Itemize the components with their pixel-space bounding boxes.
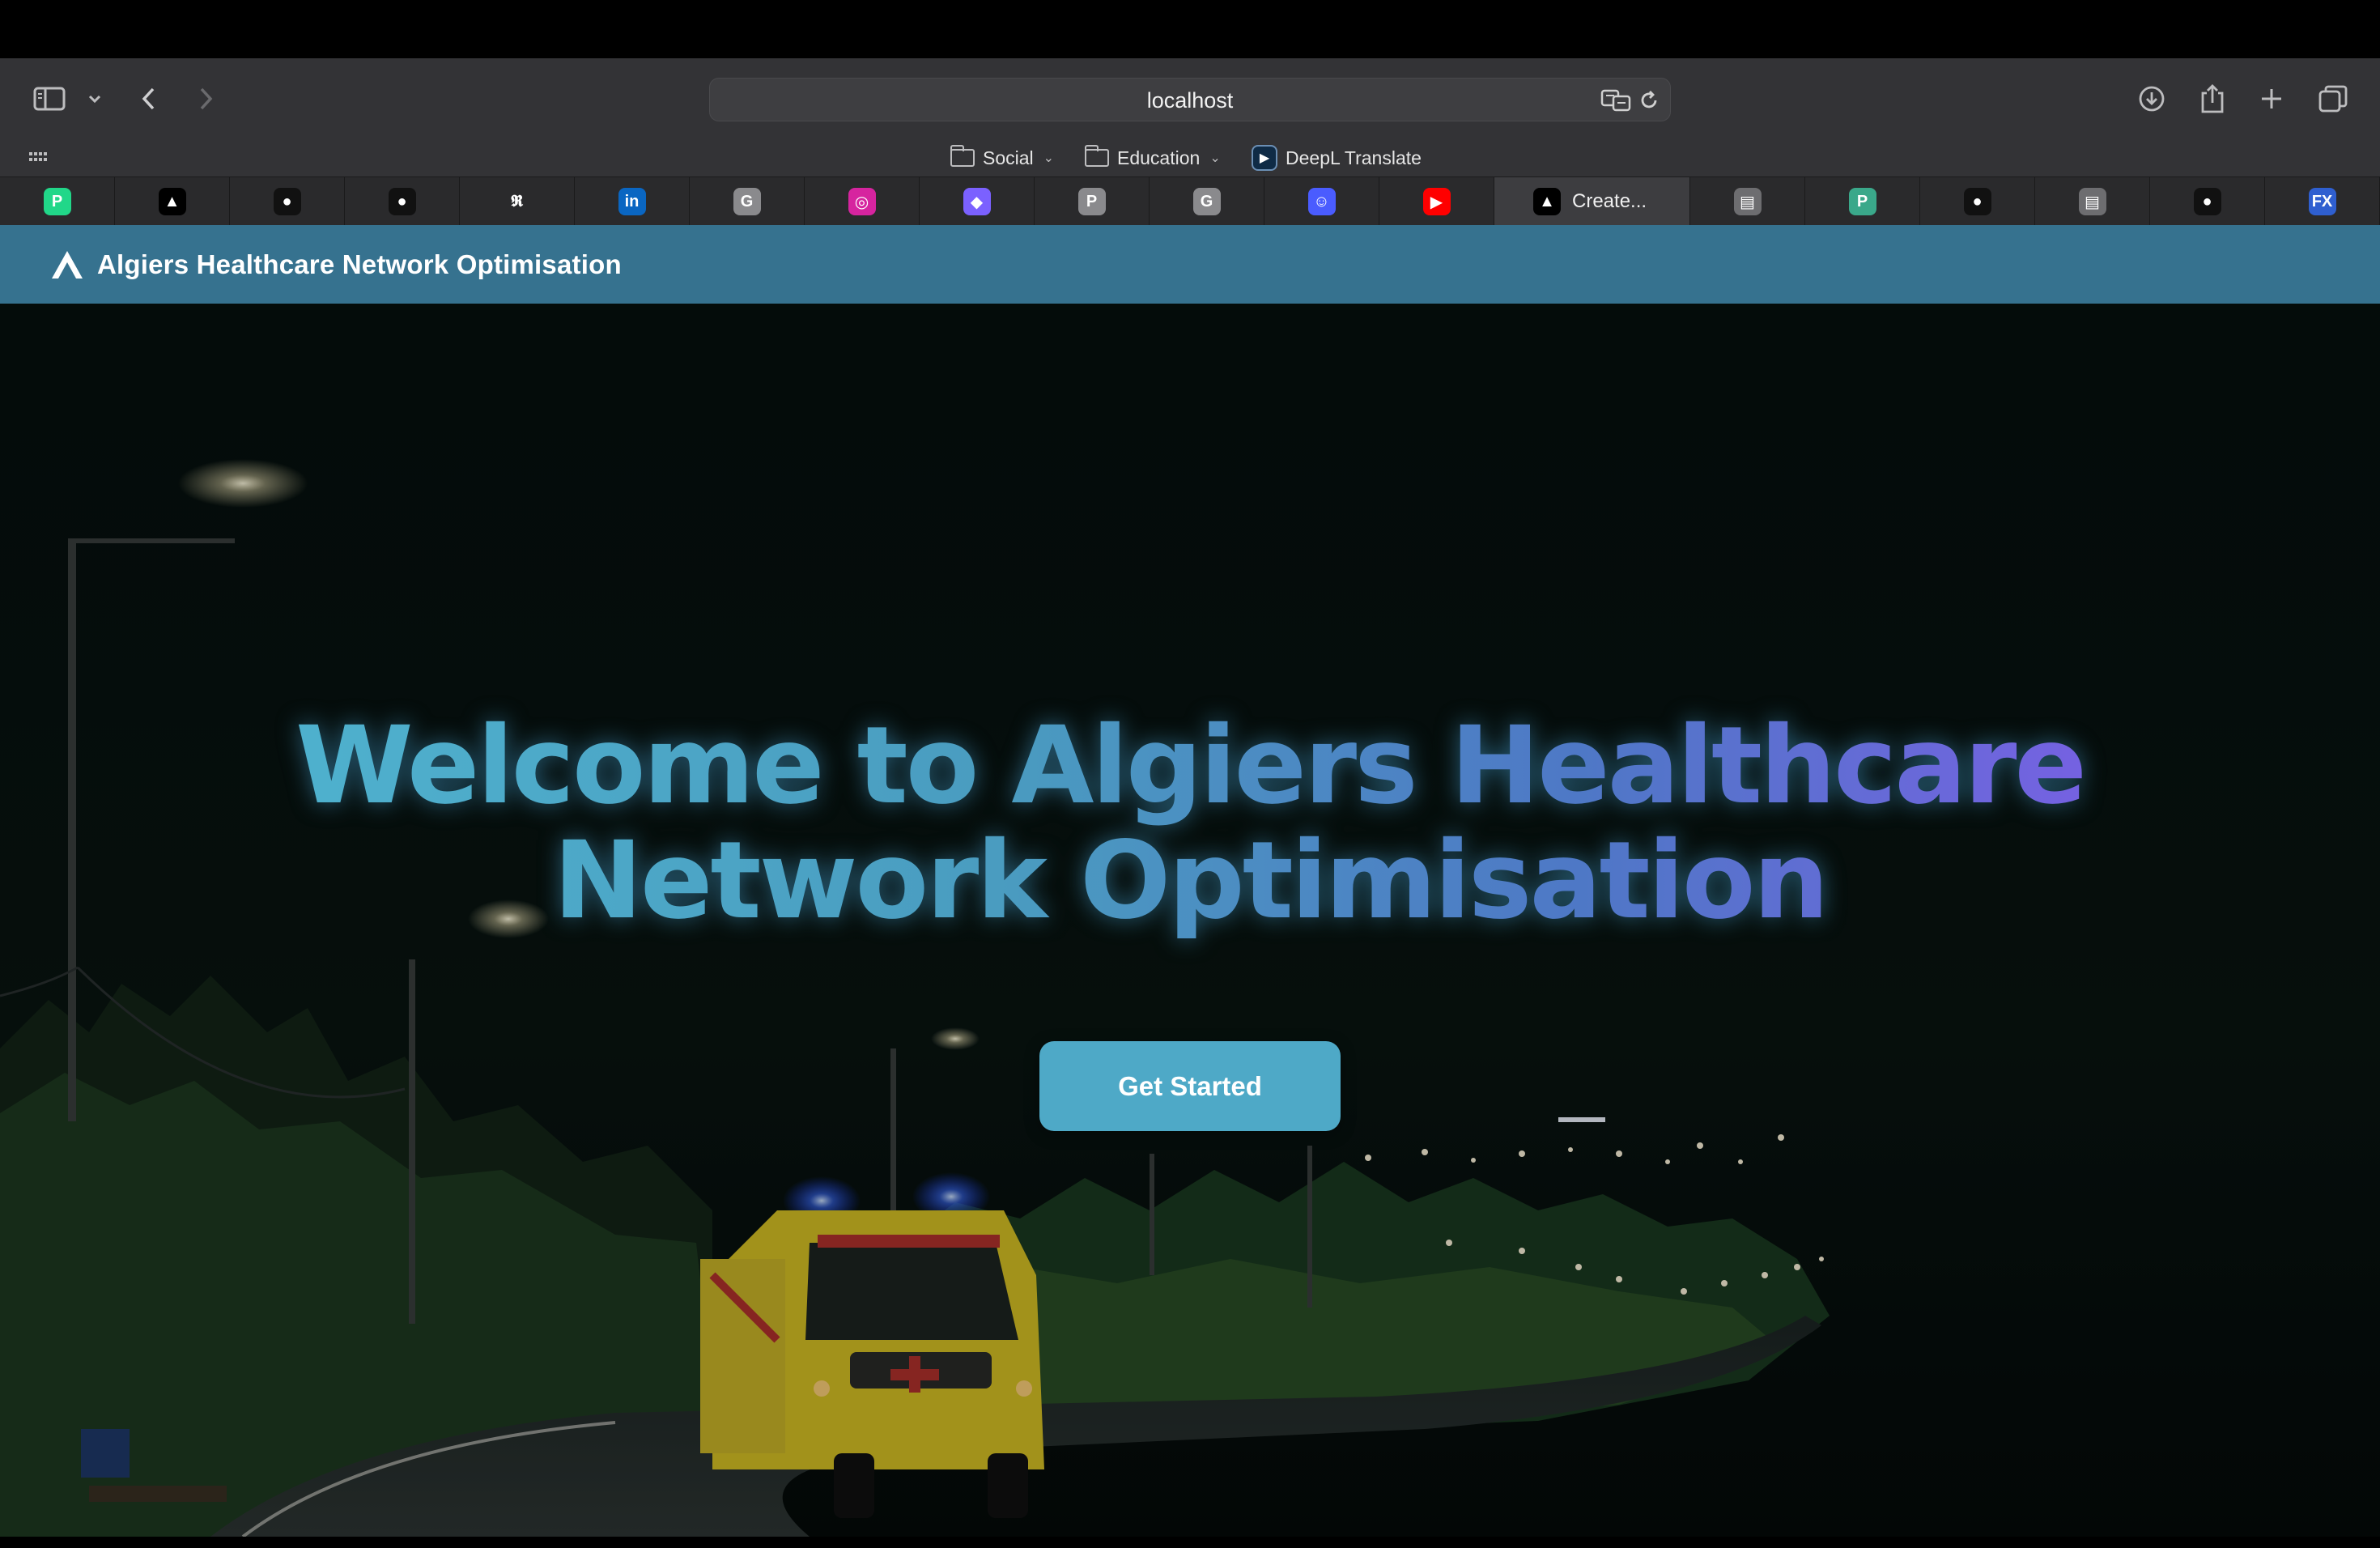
new-tab-icon[interactable] — [2257, 76, 2286, 121]
g-icon: G — [733, 188, 761, 215]
address-bar[interactable]: localhost — [709, 78, 1671, 121]
app-logo-icon[interactable] — [50, 249, 84, 280]
tab-5[interactable]: in — [575, 177, 690, 226]
download-icon[interactable] — [2137, 76, 2166, 121]
apps-grid-icon[interactable] — [28, 146, 50, 168]
favorite-label: Education — [1117, 147, 1201, 168]
vercel-icon: ▲ — [1533, 188, 1561, 215]
g-icon: G — [1192, 188, 1221, 215]
reload-icon[interactable] — [1638, 87, 1660, 114]
tab-10[interactable]: G — [1150, 177, 1264, 226]
tab-8[interactable]: ◆ — [920, 177, 1035, 226]
translate-icon[interactable] — [1600, 87, 1633, 114]
favorites-bar: Social ⌄ Education ⌄ ▶ DeepL Translate — [0, 139, 2380, 176]
tab-14[interactable]: ▤ — [1690, 177, 1805, 226]
url-text: localhost — [1146, 88, 1234, 113]
favorites-link-deepl[interactable]: ▶ DeepL Translate — [1252, 139, 1422, 176]
hero-title-line-1: Welcome to Algiers Healthcare — [295, 704, 2085, 828]
tab-16[interactable]: ● — [1920, 177, 2035, 226]
tab-15[interactable]: P — [1805, 177, 1920, 226]
chevron-down-icon[interactable] — [84, 76, 105, 121]
hero-title-line-2: Network Optimisation — [553, 819, 1827, 943]
fx-icon: FX — [2308, 188, 2336, 215]
chat-icon: ☺ — [1307, 188, 1336, 215]
deepl-icon: ▶ — [1252, 145, 1277, 171]
share-icon[interactable] — [2198, 76, 2227, 121]
tab-2[interactable]: ● — [230, 177, 345, 226]
p-icon: P — [1077, 188, 1106, 215]
tab-9[interactable]: P — [1035, 177, 1150, 226]
pycharm-icon: P — [43, 188, 71, 215]
app-header: Algiers Healthcare Network Optimisation — [0, 225, 2380, 304]
favorites-folder-social[interactable]: Social ⌄ — [950, 139, 1054, 176]
tab-overview-icon[interactable] — [2317, 76, 2349, 121]
tab-title: Create... — [1572, 190, 1647, 212]
folder-icon — [950, 145, 975, 167]
tab-bar: P ▲ ● ● 𝕽in G ◎ ◆ P G ☺ ▶ ▲ Create... ▤ P ● ▤ ● FX — [0, 176, 2380, 226]
github-icon: ● — [1963, 188, 1991, 215]
sidebar-toggle-icon[interactable] — [31, 76, 68, 121]
browser-chrome: localhost Social ⌄ Education ⌄ ▶ DeepL T… — [0, 58, 2380, 226]
github-icon: ● — [273, 188, 301, 215]
instagram-icon: ◎ — [848, 188, 876, 215]
favorites-folder-education[interactable]: Education ⌄ — [1085, 139, 1221, 176]
p-icon: P — [1848, 188, 1876, 215]
diamond-icon: ◆ — [963, 188, 991, 215]
tab-6[interactable]: G — [690, 177, 805, 226]
youtube-icon: ▶ — [1422, 188, 1451, 215]
reader-icon: ▤ — [1733, 188, 1762, 215]
tab-1[interactable]: ▲ — [115, 177, 230, 226]
bottom-strip — [0, 1537, 2380, 1548]
tab-19[interactable]: FX — [2265, 177, 2380, 226]
tab-17[interactable]: ▤ — [2035, 177, 2150, 226]
linkedin-icon: in — [618, 188, 646, 215]
github-icon: ● — [388, 188, 416, 215]
reader-icon: ▤ — [2078, 188, 2106, 215]
folder-icon — [1085, 145, 1109, 167]
tab-0[interactable]: P — [0, 177, 115, 226]
app-icon: 𝕽 — [510, 192, 524, 211]
favorite-label: DeepL Translate — [1286, 147, 1422, 168]
vercel-icon: ▲ — [158, 188, 186, 215]
back-icon[interactable] — [134, 76, 164, 121]
tab-7[interactable]: ◎ — [805, 177, 920, 226]
tab-11[interactable]: ☺ — [1264, 177, 1379, 226]
menu-bar-strip — [0, 0, 2380, 58]
tab-18[interactable]: ● — [2150, 177, 2265, 226]
chevron-down-icon: ⌄ — [1043, 151, 1055, 165]
tab-active[interactable]: ▲ Create... — [1494, 177, 1690, 226]
web-page: Algiers Healthcare Network Optimisation — [0, 225, 2380, 1537]
tab-3[interactable]: ● — [345, 177, 460, 226]
chevron-down-icon: ⌄ — [1209, 151, 1221, 165]
browser-toolbar: localhost — [0, 58, 2380, 139]
forward-icon[interactable] — [191, 76, 220, 121]
get-started-button[interactable]: Get Started — [1039, 1041, 1341, 1131]
github-icon: ● — [2193, 188, 2221, 215]
tab-4[interactable]: 𝕽 — [460, 177, 575, 226]
hero-title: Welcome to Algiers Healthcare Network Op… — [219, 708, 2161, 938]
tab-12[interactable]: ▶ — [1379, 177, 1494, 226]
hero-section: Welcome to Algiers Healthcare Network Op… — [0, 304, 2380, 1537]
favorite-label: Social — [983, 147, 1034, 168]
app-title[interactable]: Algiers Healthcare Network Optimisation — [97, 249, 622, 280]
